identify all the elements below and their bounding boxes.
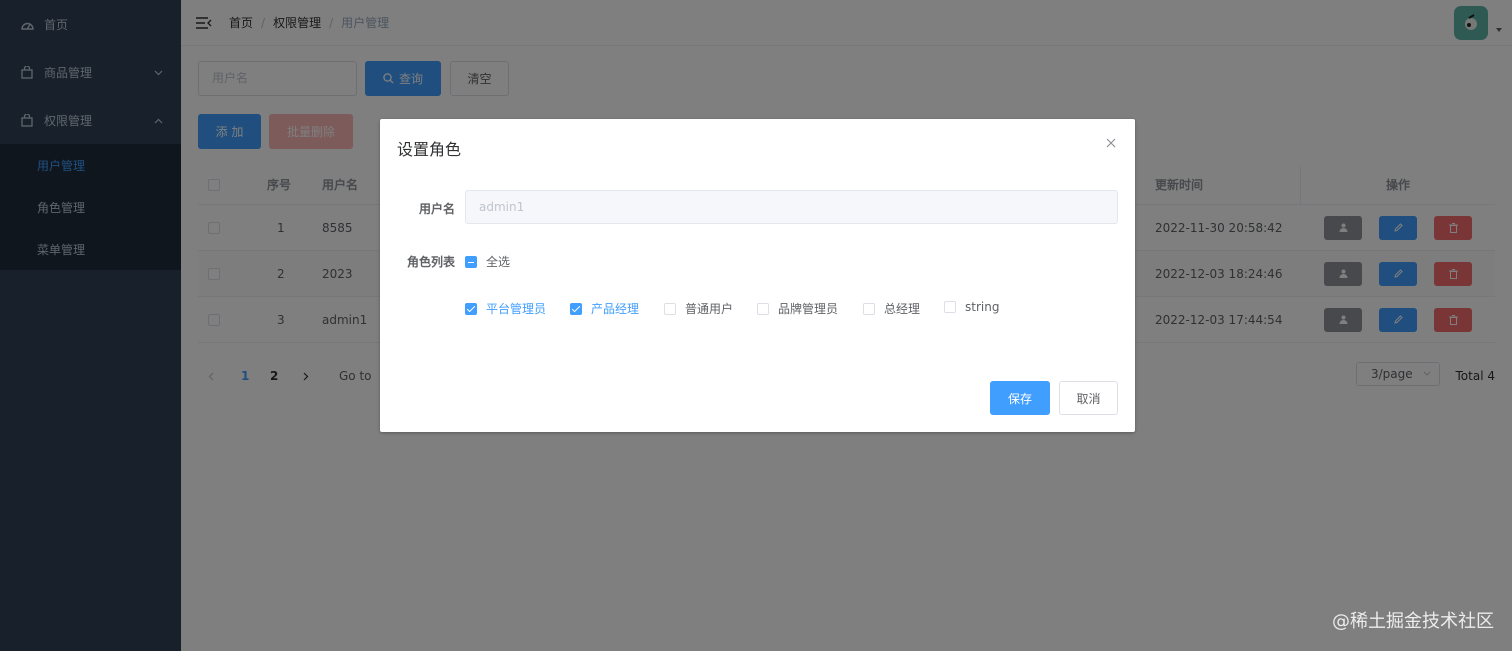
checkbox-label: 普通用户 <box>685 302 734 316</box>
set-role-dialog: 设置角色 用户名 admin1 角色列表 全选 平台管理员 产品经理 普通用户 … <box>380 119 1135 432</box>
role-checkbox-platform-admin[interactable]: 平台管理员 <box>465 300 546 317</box>
role-checkbox-general-manager[interactable]: 总经理 <box>863 300 920 317</box>
dialog-title: 设置角色 <box>397 140 462 159</box>
username-label: 用户名 <box>419 202 456 216</box>
close-icon[interactable] <box>1105 137 1117 149</box>
role-checkbox-normal-user[interactable]: 普通用户 <box>664 300 733 317</box>
checkbox-label: 产品经理 <box>591 302 640 316</box>
checkbox-box <box>570 302 582 315</box>
checkbox-label: 总经理 <box>884 302 921 316</box>
role-checkbox-product-manager[interactable]: 产品经理 <box>570 300 639 317</box>
checkbox-box <box>664 302 676 315</box>
roles-label: 角色列表 <box>407 255 456 269</box>
cancel-button[interactable]: 取消 <box>1059 381 1118 415</box>
checkbox-box <box>944 301 956 313</box>
checkbox-box <box>757 302 769 315</box>
checkbox-label: string <box>965 300 1000 314</box>
watermark: @稀土掘金技术社区 <box>1332 611 1494 632</box>
save-button[interactable]: 保存 <box>990 381 1050 415</box>
checkbox-box <box>465 255 477 268</box>
checkbox-box <box>863 302 875 315</box>
checkbox-label: 品牌管理员 <box>778 302 839 316</box>
role-checkbox-string[interactable]: string <box>944 300 999 314</box>
select-all-roles-checkbox[interactable]: 全选 <box>465 253 510 270</box>
checkbox-label: 全选 <box>486 255 511 269</box>
role-checkbox-brand-admin[interactable]: 品牌管理员 <box>757 300 838 317</box>
checkbox-box <box>465 302 477 315</box>
checkbox-label: 平台管理员 <box>486 302 547 316</box>
username-field[interactable]: admin1 <box>465 190 1118 224</box>
